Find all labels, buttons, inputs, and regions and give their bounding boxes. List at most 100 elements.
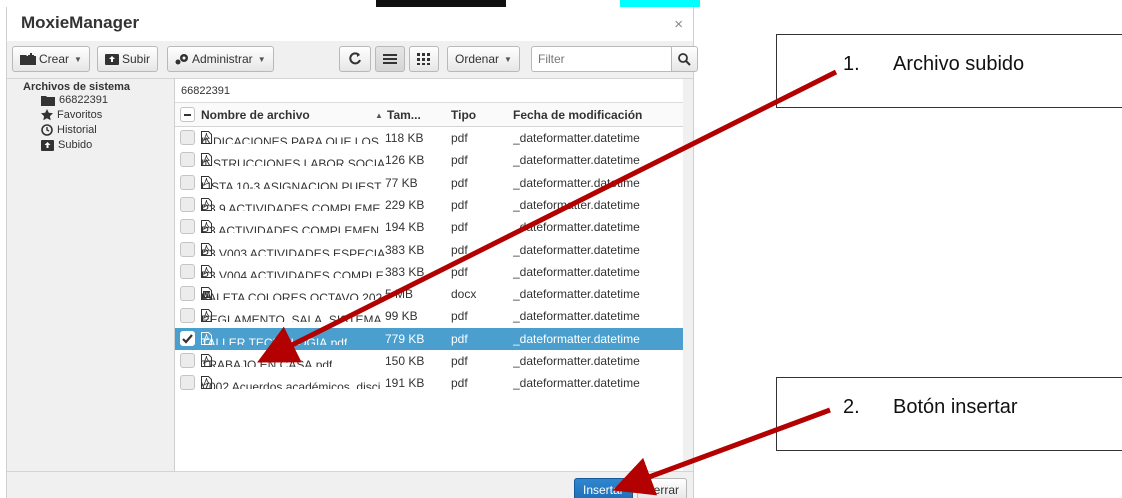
column-size-header[interactable]: Tam...: [387, 108, 421, 122]
file-row[interactable]: W PALETA COLORES OCTAVO 202 5 MB docx _datef…: [175, 283, 683, 305]
row-checkbox[interactable]: [180, 330, 195, 346]
column-header-row: Nombre de archivo ▲ Tam... Tipo Fecha de…: [175, 103, 683, 127]
search-button[interactable]: [671, 46, 698, 72]
star-icon: [41, 109, 53, 121]
file-date: _dateformatter.datetime: [513, 354, 640, 368]
check-icon: [182, 333, 193, 344]
file-type: pdf: [451, 131, 468, 145]
file-name-cell: W PALETA COLORES OCTAVO 202: [201, 287, 385, 301]
row-checkbox[interactable]: [180, 196, 195, 212]
file-name: P3 V004 ACTIVIDADES COMPLE: [201, 268, 384, 278]
insert-button[interactable]: Insertar: [574, 478, 633, 498]
file-row[interactable]: TALLER TECNOLOGIA.pdf 779 KB pdf _dateforma…: [175, 327, 683, 350]
column-type-header[interactable]: Tipo: [451, 108, 476, 122]
file-row[interactable]: V002 Acuerdos académicos, disci 191 KB pdf…: [175, 372, 683, 394]
file-name-cell: INSTRUCCIONES LABOR SOCIA: [201, 153, 385, 167]
file-name-cell: LISTA 10-3 ASIGNACION PUEST: [201, 175, 385, 189]
row-checkbox[interactable]: [180, 152, 195, 168]
row-checkbox[interactable]: [180, 174, 195, 190]
file-type: pdf: [451, 242, 468, 257]
file-name: INDICACIONES PARA QUE LOS: [201, 135, 379, 144]
file-size: 383 KB: [385, 242, 425, 257]
file-row[interactable]: REGLAMENTO_SALA_SISTEMA 99 KB pdf _dateform…: [175, 305, 683, 327]
file-type: pdf: [451, 220, 468, 235]
file-type: pdf: [451, 309, 468, 324]
row-checkbox[interactable]: [180, 375, 195, 391]
create-folder-icon: [20, 53, 36, 65]
file-row[interactable]: P3 V003 ACTIVIDADES ESPECIA 383 KB pdf _dat…: [175, 239, 683, 261]
callout-number: 1.: [843, 53, 860, 75]
file-size: 126 KB: [385, 153, 425, 168]
file-name-cell: V002 Acuerdos académicos, disci: [201, 376, 385, 390]
callout-boton-insertar: 2. Botón insertar: [776, 377, 1122, 451]
cropped-heading-fragment: [376, 0, 506, 7]
file-date: _dateformatter.datetime: [513, 376, 640, 391]
file-name: TRABAJO EN CASA.pdf: [201, 358, 333, 367]
file-date: _dateformatter.datetime: [513, 131, 640, 145]
grid-view-button[interactable]: [409, 46, 439, 72]
file-size: 383 KB: [385, 264, 425, 279]
sidebar-root[interactable]: Archivos de sistema: [23, 81, 130, 93]
file-date: _dateformatter.datetime: [513, 175, 640, 190]
row-checkbox[interactable]: [180, 130, 195, 145]
file-type: pdf: [451, 354, 468, 368]
file-row[interactable]: P3 9 ACTIVIDADES COMPLEME 229 KB pdf _datef…: [175, 194, 683, 216]
close-icon[interactable]: ×: [674, 16, 683, 33]
file-type: pdf: [451, 376, 468, 391]
file-name: P3 9 ACTIVIDADES COMPLEME: [201, 201, 381, 211]
list-view-button[interactable]: [375, 46, 405, 72]
file-name-cell: P3 V003 ACTIVIDADES ESPECIA: [201, 242, 385, 256]
file-date: _dateformatter.datetime: [513, 220, 640, 235]
file-size: 99 KB: [385, 309, 418, 324]
select-all-checkbox[interactable]: [180, 107, 195, 122]
file-name: TALLER TECNOLOGIA.pdf: [201, 335, 348, 345]
file-row[interactable]: INSTRUCCIONES LABOR SOCIA 126 KB pdf _datef…: [175, 149, 683, 171]
refresh-icon: [349, 52, 361, 65]
upload-icon: [41, 139, 54, 151]
file-type: pdf: [451, 153, 468, 168]
sidebar-item-66822391[interactable]: 66822391: [41, 94, 108, 106]
file-row[interactable]: LISTA 10-3 ASIGNACION PUEST 77 KB pdf _date…: [175, 172, 683, 194]
callout-archivo-subido: 1. Archivo subido: [776, 34, 1122, 108]
sidebar-item-subido[interactable]: Subido: [41, 139, 92, 151]
upload-button[interactable]: Subir: [97, 46, 159, 72]
grid-view-icon: [417, 53, 430, 65]
create-label: Crear: [39, 52, 70, 66]
create-button[interactable]: Crear ▼: [12, 46, 90, 72]
search-icon: [678, 52, 691, 66]
file-name-cell: TRABAJO EN CASA.pdf: [201, 354, 385, 367]
row-checkbox[interactable]: [180, 263, 195, 279]
row-checkbox[interactable]: [180, 308, 195, 324]
file-size: 118 KB: [385, 131, 424, 145]
row-checkbox[interactable]: [180, 353, 195, 368]
file-date: _dateformatter.datetime: [513, 242, 640, 257]
manage-label: Administrar: [192, 52, 253, 66]
sidebar-item-historial[interactable]: Historial: [41, 124, 97, 136]
file-size: 191 KB: [385, 376, 425, 391]
row-checkbox[interactable]: [180, 219, 195, 235]
column-date-header[interactable]: Fecha de modificación: [513, 108, 642, 122]
refresh-button[interactable]: [339, 46, 371, 72]
row-checkbox[interactable]: [180, 241, 195, 257]
file-name-cell: P3 V004 ACTIVIDADES COMPLE: [201, 264, 385, 278]
file-row[interactable]: INDICACIONES PARA QUE LOS 118 KB pdf _datef…: [175, 127, 683, 149]
path-breadcrumb[interactable]: 66822391: [175, 79, 683, 103]
sidebar-item-favoritos[interactable]: Favoritos: [41, 109, 102, 121]
column-name-header[interactable]: Nombre de archivo: [201, 108, 310, 122]
file-name: PALETA COLORES OCTAVO 202: [201, 291, 383, 301]
sort-button[interactable]: Ordenar ▼: [447, 46, 520, 72]
row-checkbox[interactable]: [180, 286, 195, 302]
file-size: 77 KB: [385, 175, 418, 190]
close-button[interactable]: Cerrar: [637, 478, 688, 498]
file-size: 194 KB: [385, 220, 425, 235]
filter-input[interactable]: [531, 46, 671, 72]
file-row[interactable]: P3 V004 ACTIVIDADES COMPLE 383 KB pdf _date…: [175, 261, 683, 283]
file-row[interactable]: P3 ACTIVIDADES COMPLEMEN 194 KB pdf _datefo…: [175, 216, 683, 238]
sidebar-item-label: 66822391: [59, 94, 108, 106]
sidebar-item-label: Favoritos: [57, 109, 103, 121]
sidebar: Archivos de sistema 66822391 Favoritos H…: [7, 79, 175, 471]
manage-button[interactable]: Administrar ▼: [167, 46, 274, 72]
file-row[interactable]: TRABAJO EN CASA.pdf 150 KB pdf _dateformatt…: [175, 350, 683, 372]
file-name: LISTA 10-3 ASIGNACION PUEST: [201, 179, 382, 189]
file-type: pdf: [451, 264, 468, 279]
